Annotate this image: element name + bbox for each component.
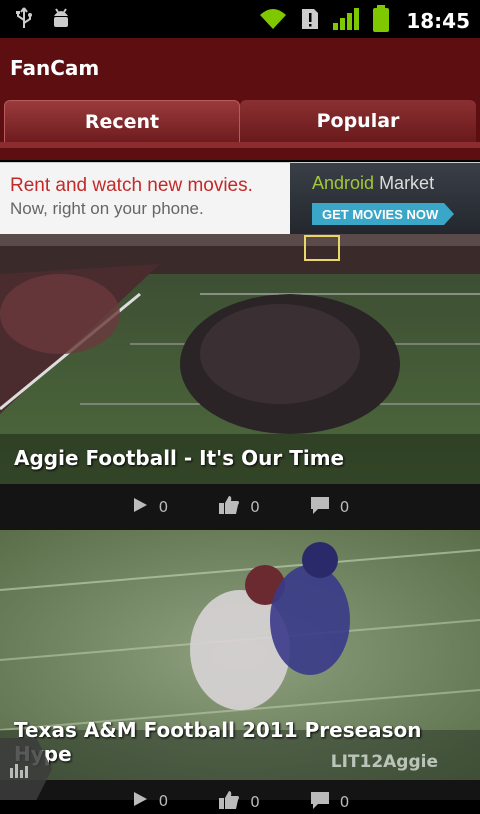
video-stats-bar: 0 0 0: [0, 484, 480, 530]
android-market-logo: Android Market: [312, 173, 435, 193]
thumbs-up-icon: [218, 495, 240, 519]
equalizer-icon: [10, 760, 32, 782]
wifi-icon: [258, 7, 288, 35]
play-count: 0: [131, 496, 168, 518]
tab-popular[interactable]: Popular: [240, 100, 476, 142]
get-movies-button[interactable]: GET MOVIES NOW: [312, 203, 454, 225]
comment-icon: [310, 790, 330, 814]
app-bar: FanCam: [0, 38, 480, 100]
like-count[interactable]: 0: [218, 790, 260, 814]
ad-banner[interactable]: Rent and watch new movies. Now, right on…: [0, 162, 480, 235]
usb-icon: [14, 6, 34, 34]
comment-count[interactable]: 0: [310, 495, 349, 519]
android-debug-icon: [50, 6, 72, 34]
play-count: 0: [131, 790, 168, 812]
thumbs-up-icon: [218, 790, 240, 814]
video-watermark: LIT12Aggie: [330, 752, 438, 772]
play-icon: [131, 790, 149, 812]
ad-subline: Now, right on your phone.: [10, 199, 204, 218]
video-card[interactable]: Aggie Football - It's Our Time: [0, 234, 480, 484]
ad-text-panel: Rent and watch new movies. Now, right on…: [0, 163, 290, 235]
tab-bar: Recent Popular: [0, 100, 480, 160]
tab-indicator: [0, 142, 480, 148]
video-stats-bar: 0 0 0: [0, 780, 480, 811]
app-title: FanCam: [10, 56, 100, 80]
alert-icon: [300, 7, 320, 35]
video-thumbnail[interactable]: Aggie Football - It's Our Time: [0, 234, 480, 484]
ad-headline: Rent and watch new movies.: [10, 175, 253, 196]
video-card[interactable]: Texas A&M Football 2011 Preseason Hype L…: [0, 530, 480, 780]
play-icon: [131, 496, 149, 518]
tab-recent[interactable]: Recent: [4, 100, 240, 142]
signal-icon: [332, 7, 360, 35]
like-count[interactable]: 0: [218, 495, 260, 519]
battery-icon: [372, 5, 390, 37]
comment-count[interactable]: 0: [310, 790, 349, 814]
ad-market-panel: Android Market GET MOVIES NOW: [290, 163, 480, 235]
clock: 18:45: [406, 9, 470, 33]
video-title: Aggie Football - It's Our Time: [14, 446, 345, 470]
video-thumbnail[interactable]: Texas A&M Football 2011 Preseason Hype L…: [0, 530, 480, 780]
comment-icon: [310, 495, 330, 519]
status-bar: 18:45: [0, 0, 480, 38]
